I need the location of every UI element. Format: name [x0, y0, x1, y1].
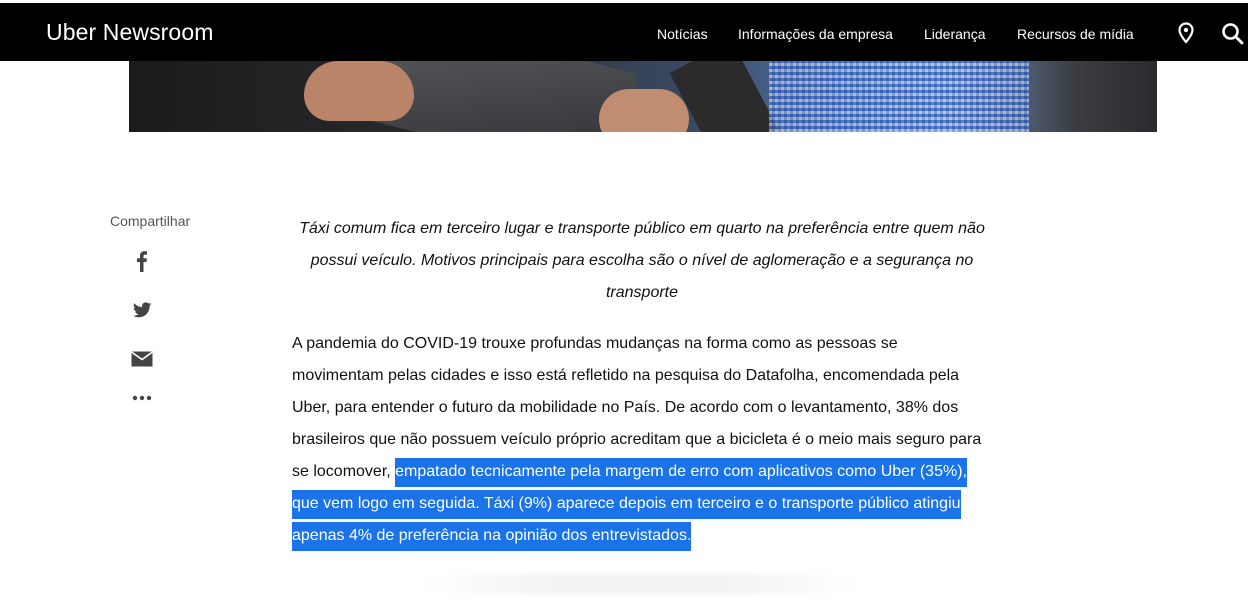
brand-logo[interactable]: Uber Newsroom [46, 19, 213, 46]
nav-item-informacoes-da-empresa[interactable]: Informações da empresa [738, 26, 893, 42]
top-navigation-bar: Uber Newsroom Notícias Informações da em… [0, 3, 1248, 61]
brand-uber: Uber [46, 19, 97, 45]
twitter-icon[interactable] [130, 298, 154, 322]
article-subtitle: Táxi comum fica em terceiro lugar e tran… [299, 220, 985, 301]
search-icon[interactable] [1220, 21, 1244, 45]
faded-content [420, 574, 860, 594]
facebook-icon[interactable] [130, 249, 154, 273]
nav-item-recursos-de-midia[interactable]: Recursos de mídia [1017, 26, 1134, 42]
brand-newsroom: Newsroom [102, 19, 214, 45]
share-label: Compartilhar [110, 213, 191, 229]
hero-image [129, 61, 1157, 132]
nav-item-noticias[interactable]: Notícias [657, 26, 708, 42]
article-paragraph: A pandemia do COVID-19 trouxe profundas … [292, 328, 992, 552]
more-icon[interactable] [130, 386, 154, 410]
nav-item-lideranca[interactable]: Liderança [924, 26, 986, 42]
location-pin-icon[interactable] [1174, 21, 1198, 45]
email-icon[interactable] [130, 347, 154, 371]
